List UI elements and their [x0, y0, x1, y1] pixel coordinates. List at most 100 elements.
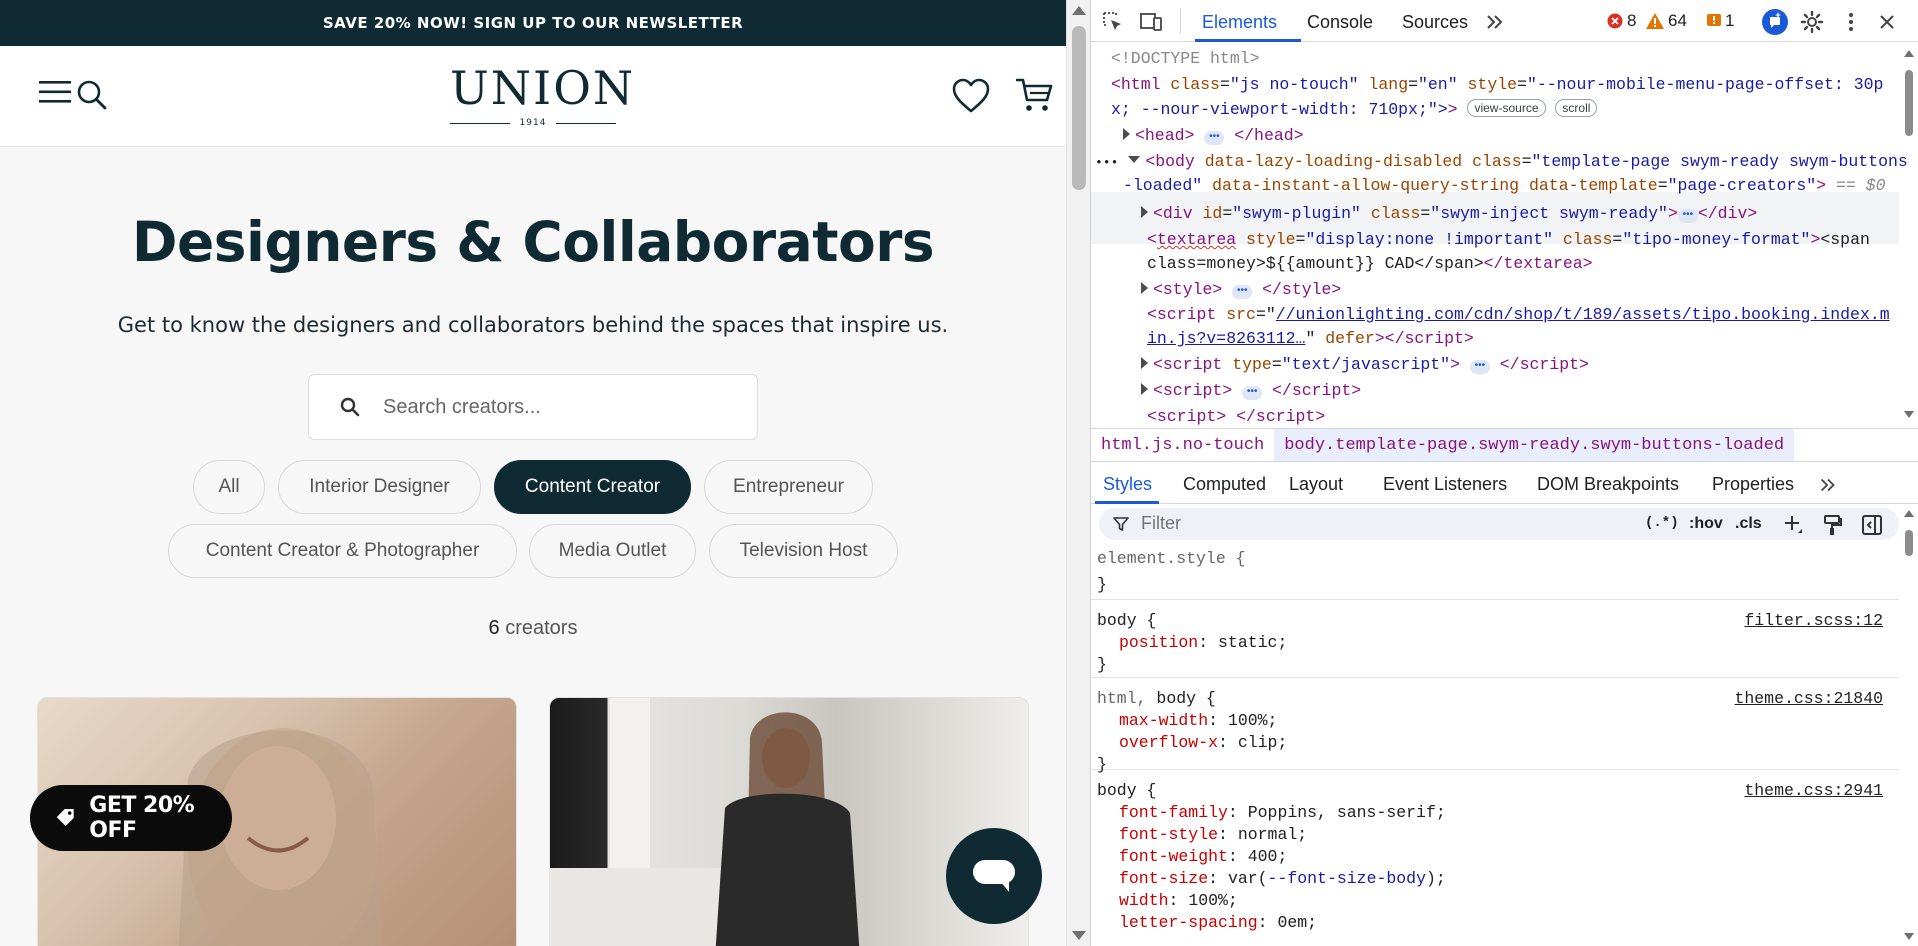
collapsed-ellipsis-icon[interactable]: ••• [1242, 386, 1263, 400]
expand-triangle-icon[interactable] [1141, 383, 1148, 395]
css-property[interactable]: max-width [1119, 711, 1208, 730]
rule-selector[interactable]: element.style { [1097, 546, 1899, 570]
tab-console[interactable]: Console [1307, 12, 1373, 33]
scrollbar-thumb[interactable] [1905, 70, 1913, 136]
announcement-bar[interactable]: SAVE 20% NOW! SIGN UP TO OUR NEWSLETTER [0, 0, 1066, 46]
hover-state-toggle[interactable]: :hov [1689, 515, 1723, 533]
tab-properties[interactable]: Properties [1712, 474, 1794, 495]
announcement-text[interactable]: SAVE 20% NOW! SIGN UP TO OUR NEWSLETTER [323, 14, 743, 32]
scroll-down-arrow[interactable] [1904, 411, 1914, 418]
css-property[interactable]: font-size [1119, 869, 1208, 888]
css-rule-html-body[interactable]: html, body { theme.css:21840 max-width: … [1091, 680, 1899, 774]
styles-filter-input[interactable] [1141, 513, 1541, 534]
css-rule-body-filter[interactable]: body { filter.scss:12 position: static; … [1091, 602, 1899, 678]
settings-gear-icon[interactable] [1800, 10, 1824, 34]
filter-chip-content-creator-photographer[interactable]: Content Creator & Photographer [168, 524, 517, 578]
dom-line[interactable]: <!DOCTYPE html> [1111, 46, 1260, 72]
dom-tree[interactable]: <!DOCTYPE html> <html class="js no-touch… [1091, 44, 1908, 426]
css-property[interactable]: overflow-x [1119, 733, 1218, 752]
css-declaration[interactable]: font-weight: 400; [1097, 846, 1899, 868]
close-devtools-icon[interactable] [1875, 10, 1899, 34]
css-rule-element-style[interactable]: element.style { } [1091, 546, 1899, 600]
styles-scrollbar[interactable] [1899, 504, 1918, 946]
search-icon[interactable] [76, 78, 110, 110]
dom-tree-scrollbar[interactable] [1899, 44, 1918, 424]
scroll-down-arrow[interactable] [1904, 933, 1914, 940]
script-src-link-cont[interactable]: in.js?v=8263112… [1147, 329, 1305, 348]
css-property[interactable]: font-family [1119, 803, 1228, 822]
css-value[interactable]: normal; [1238, 825, 1307, 844]
css-declaration[interactable]: max-width: 100%; [1097, 710, 1899, 732]
hamburger-menu-icon[interactable] [38, 76, 74, 108]
dom-line[interactable]: class=money>${{amount}} CAD</span></text… [1147, 251, 1593, 277]
css-value[interactable]: ); [1426, 869, 1446, 888]
css-variable-link[interactable]: --font-size-body [1268, 869, 1426, 888]
dom-line[interactable]: <script src="//unionlighting.com/cdn/sho… [1147, 302, 1890, 328]
css-declaration[interactable]: letter-spacing: 0em; [1097, 912, 1899, 934]
heart-wishlist-icon[interactable] [952, 78, 990, 114]
expand-triangle-icon[interactable] [1141, 282, 1148, 294]
dom-line[interactable]: <html class="js no-touch" lang="en" styl… [1111, 72, 1883, 98]
css-value[interactable]: Poppins, sans-serif; [1248, 803, 1446, 822]
dom-line[interactable]: <textarea style="display:none !important… [1147, 227, 1870, 253]
more-tabs-chevron-icon[interactable] [1817, 474, 1839, 496]
tab-event-listeners[interactable]: Event Listeners [1383, 474, 1507, 495]
ai-assistance-icon[interactable] [1761, 8, 1789, 36]
device-toolbar-icon[interactable] [1139, 10, 1163, 34]
kebab-menu-icon[interactable] [1839, 10, 1863, 34]
scroll-up-arrow[interactable] [1904, 50, 1914, 57]
css-value[interactable]: static; [1218, 633, 1287, 652]
collapsed-ellipsis-icon[interactable]: ••• [1469, 360, 1490, 374]
filter-chip-interior-designer[interactable]: Interior Designer [278, 460, 481, 514]
shopping-cart-icon[interactable] [1016, 76, 1054, 114]
regex-toggle[interactable]: (.*) [1645, 515, 1679, 531]
issues-counter[interactable]: 1 [1707, 11, 1734, 31]
dom-line-body[interactable]: ••• <body data-lazy-loading-disabled cla… [1095, 149, 1908, 176]
creator-card-image[interactable] [549, 697, 1029, 946]
view-source-pill[interactable]: view-source [1467, 99, 1546, 117]
class-toggle[interactable]: .cls [1735, 515, 1762, 533]
paint-roller-icon[interactable] [1823, 514, 1843, 536]
dom-line[interactable]: <script> ••• </script> [1141, 378, 1361, 404]
chat-widget-button[interactable] [946, 828, 1042, 924]
rule-source-link[interactable]: filter.scss:12 [1744, 610, 1883, 632]
css-value[interactable]: 400; [1248, 847, 1288, 866]
tab-computed[interactable]: Computed [1183, 474, 1266, 495]
breadcrumb-html[interactable]: html.js.no-touch [1091, 429, 1274, 461]
dom-line[interactable]: <script type="text/javascript"> ••• </sc… [1141, 352, 1589, 378]
dom-line[interactable]: <script> </script> [1147, 404, 1325, 430]
css-property[interactable]: width [1119, 891, 1169, 910]
css-property[interactable]: font-style [1119, 825, 1218, 844]
filter-chip-entrepreneur[interactable]: Entrepreneur [704, 460, 873, 514]
scroll-up-arrow[interactable] [1904, 510, 1914, 517]
dom-line-body-cont[interactable]: -loaded" data-instant-allow-query-string… [1123, 173, 1885, 199]
dom-line[interactable]: <style> ••• </style> [1141, 277, 1341, 303]
discount-promo-badge[interactable]: GET 20% OFF [30, 785, 232, 851]
css-property[interactable]: font-weight [1119, 847, 1228, 866]
css-property[interactable]: position [1119, 633, 1198, 652]
rule-source-link[interactable]: theme.css:21840 [1734, 688, 1883, 710]
collapsed-ellipsis-icon[interactable]: ••• [1677, 209, 1698, 223]
scroll-pill[interactable]: scroll [1555, 99, 1598, 117]
toggle-sidebar-icon[interactable] [1861, 514, 1883, 536]
error-counter[interactable]: 8 [1607, 11, 1636, 31]
expand-triangle-icon[interactable] [1123, 128, 1130, 140]
dom-line[interactable]: x; --nour-viewport-width: 710px;">> view… [1111, 97, 1598, 123]
inspect-element-icon[interactable] [1101, 10, 1125, 34]
more-tabs-chevron-icon[interactable] [1483, 10, 1507, 34]
filter-chip-content-creator[interactable]: Content Creator [494, 460, 691, 514]
warning-counter[interactable]: 64 [1646, 11, 1687, 31]
tab-elements[interactable]: Elements [1202, 12, 1277, 33]
expand-triangle-icon[interactable] [1141, 206, 1148, 218]
breadcrumb-body[interactable]: body.template-page.swym-ready.swym-butto… [1274, 429, 1795, 461]
css-declaration[interactable]: overflow-x: clip; [1097, 732, 1899, 754]
union-logo[interactable]: UNION 1914 [450, 64, 633, 134]
css-value[interactable]: 100%; [1228, 711, 1278, 730]
tab-styles[interactable]: Styles [1103, 474, 1152, 495]
css-value[interactable]: clip; [1238, 733, 1288, 752]
filter-chip-television-host[interactable]: Television Host [709, 524, 898, 578]
filter-chip-media-outlet[interactable]: Media Outlet [529, 524, 696, 578]
dom-line[interactable]: <head> ••• </head> [1123, 123, 1304, 149]
dom-line[interactable]: in.js?v=8263112…" defer></script> [1147, 326, 1474, 352]
collapsed-ellipsis-icon[interactable]: ••• [1204, 131, 1225, 145]
